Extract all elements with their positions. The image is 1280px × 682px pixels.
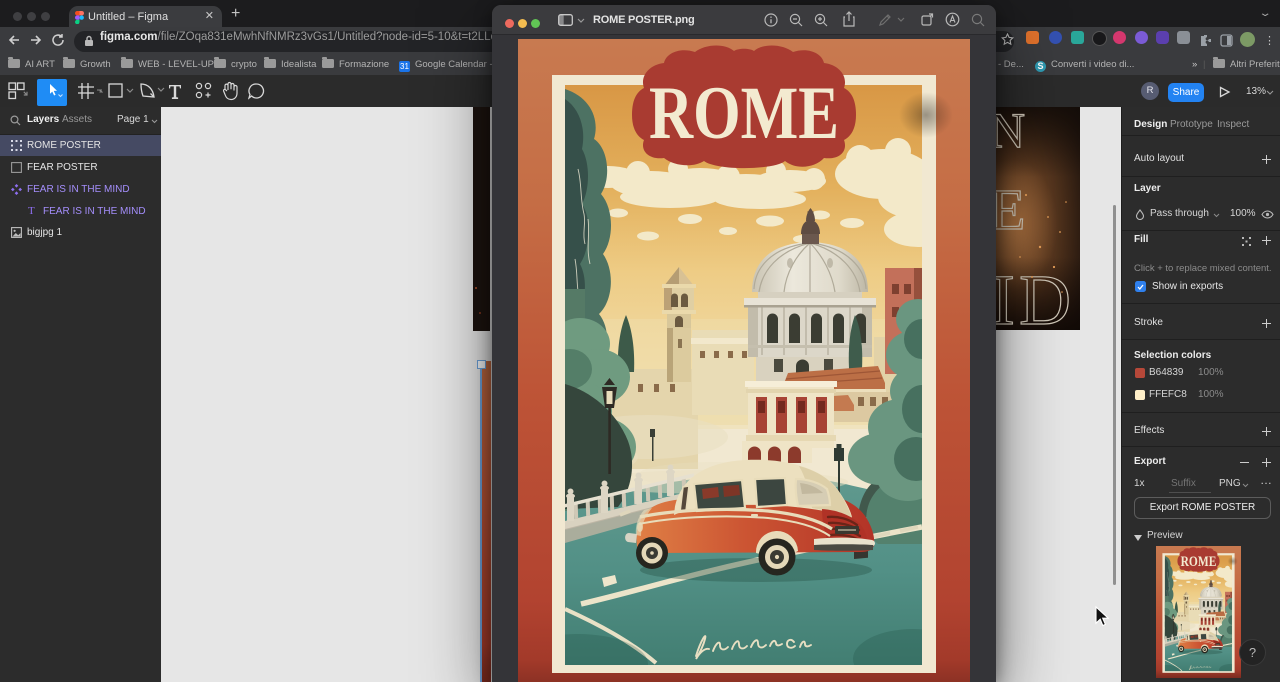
svg-text:ID: ID	[996, 260, 1075, 330]
svg-text:N: N	[996, 107, 1025, 158]
svg-text:E: E	[996, 177, 1025, 242]
